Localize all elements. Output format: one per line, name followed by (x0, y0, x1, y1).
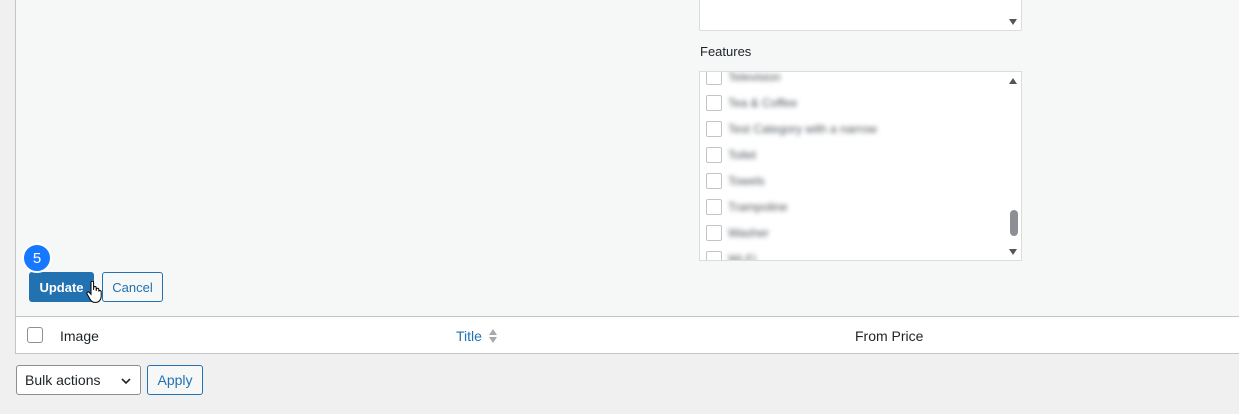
column-from-price: From Price (855, 328, 924, 344)
feature-label: Television (728, 71, 781, 84)
feature-label: Towels (728, 174, 765, 188)
feature-checkbox[interactable] (706, 95, 722, 111)
hand-cursor-icon (86, 281, 102, 303)
scroll-down-icon[interactable] (1009, 19, 1017, 25)
feature-item[interactable]: Towels (706, 168, 936, 194)
feature-item[interactable]: Toilet (706, 142, 936, 168)
feature-checkbox[interactable] (706, 225, 722, 241)
feature-checkbox[interactable] (706, 199, 722, 215)
feature-label: Toilet (728, 148, 757, 162)
scrollbar-thumb[interactable] (1010, 210, 1018, 236)
feature-label: Wi-Fi (728, 252, 756, 261)
feature-item[interactable]: Television (706, 71, 936, 90)
feature-item[interactable]: Trampoline (706, 194, 936, 220)
feature-label: Tea & Coffee (728, 96, 798, 110)
feature-checkbox[interactable] (706, 173, 722, 189)
sort-icon[interactable] (488, 328, 498, 344)
column-image: Image (60, 328, 99, 344)
bulk-actions-select[interactable]: Bulk actions (16, 365, 141, 395)
table-header-row: Image Title From Price (15, 316, 1239, 354)
features-list: Television Tea & Coffee Test Category with… (706, 71, 936, 261)
step-badge: 5 (22, 243, 52, 273)
scroll-up-icon[interactable] (1009, 78, 1017, 84)
column-title-label[interactable]: Title (456, 328, 482, 344)
features-label: Features (700, 44, 752, 59)
bulk-actions-selected: Bulk actions (25, 372, 101, 388)
feature-item[interactable]: Test Category with a narrow (706, 116, 936, 142)
feature-checkbox[interactable] (706, 251, 722, 260)
features-checklist[interactable]: Television Tea & Coffee Test Category with… (699, 71, 1022, 261)
feature-label: Test Category with a narrow (728, 122, 877, 136)
select-all-checkbox[interactable] (27, 327, 43, 343)
cancel-button[interactable]: Cancel (102, 272, 163, 302)
scroll-down-icon[interactable] (1009, 249, 1017, 255)
chevron-down-icon (121, 378, 131, 385)
feature-checkbox[interactable] (706, 121, 722, 137)
feature-checkbox[interactable] (706, 72, 722, 85)
feature-item[interactable]: Tea & Coffee (706, 90, 936, 116)
feature-checkbox[interactable] (706, 147, 722, 163)
feature-label: Washer (728, 226, 769, 240)
feature-item[interactable]: Washer (706, 220, 936, 246)
quick-edit-panel: Features Television Tea & Coffee Test Cate… (15, 0, 1239, 317)
column-title[interactable]: Title (456, 328, 498, 344)
update-button[interactable]: Update (29, 272, 94, 302)
feature-item[interactable]: Wi-Fi (706, 246, 936, 261)
feature-label: Trampoline (728, 200, 788, 214)
apply-button[interactable]: Apply (147, 365, 203, 395)
textarea-above[interactable] (699, 0, 1022, 31)
